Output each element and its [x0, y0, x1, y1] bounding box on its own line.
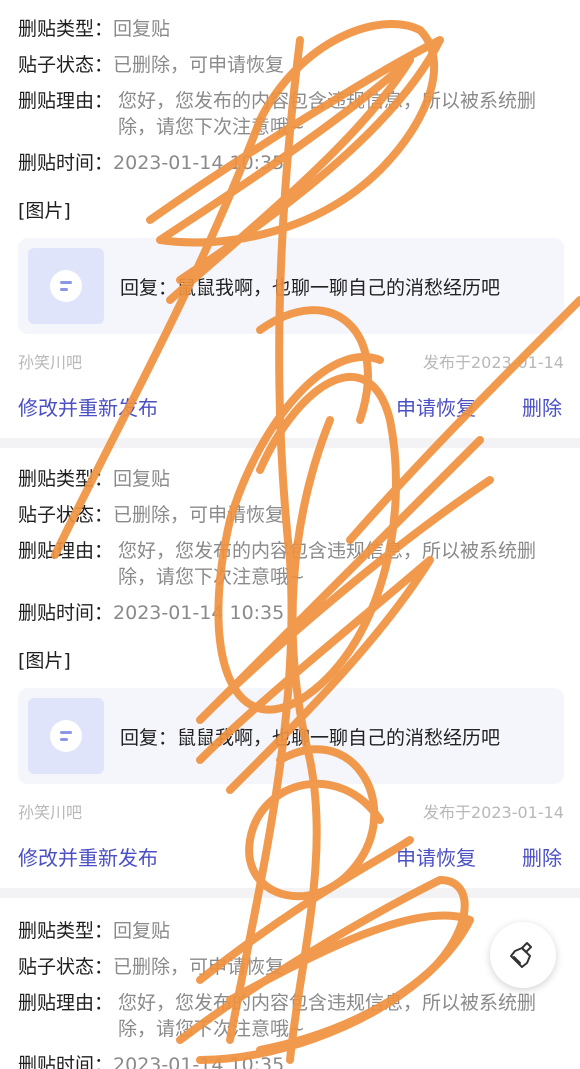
post-thumbnail [28, 248, 104, 324]
broom-icon [510, 942, 532, 968]
image-placeholder-text: [图片] [18, 200, 71, 222]
post-status-label: 贴子状态： [18, 504, 114, 526]
delete-type-row: 删贴类型：回复贴 [18, 466, 170, 492]
chat-bubble-icon [50, 270, 82, 302]
post-status-value: 已删除，可申请恢复 [113, 54, 285, 76]
cleanup-fab[interactable] [490, 922, 556, 988]
post-status-label: 贴子状态： [18, 956, 114, 978]
delete-type-label: 删贴类型： [18, 18, 114, 40]
delete-button[interactable]: 删除 [522, 392, 562, 421]
delete-reason-label: 删贴理由： [18, 90, 114, 112]
deleted-post-card: 删贴类型：回复贴 贴子状态：已删除，可申请恢复 删贴理由： 您好，您发布的内容包… [0, 448, 580, 888]
post-status-value: 已删除，可申请恢复 [113, 504, 285, 526]
quoted-post[interactable]: 回复：鼠鼠我啊，也聊一聊自己的消愁经历吧 [18, 238, 564, 334]
delete-type-label: 删贴类型： [18, 920, 114, 942]
delete-reason-value: 您好，您发布的内容包含违规信息，所以被系统删除，请您下次注意哦~ [118, 90, 537, 138]
post-thumbnail [28, 698, 104, 774]
delete-type-value: 回复贴 [113, 468, 171, 490]
card-divider [0, 438, 580, 448]
forum-name[interactable]: 孙笑川吧 [18, 799, 82, 823]
publish-date: 发布于2023-01-14 [423, 803, 564, 822]
edit-republish-button[interactable]: 修改并重新发布 [18, 392, 158, 421]
quoted-post-text: 回复：鼠鼠我啊，也聊一聊自己的消愁经历吧 [120, 727, 501, 749]
edit-republish-button[interactable]: 修改并重新发布 [18, 842, 158, 871]
delete-time-row: 删贴时间：2023-01-14 10:35 [18, 600, 284, 626]
card-divider [0, 888, 580, 898]
publish-date: 发布于2023-01-14 [423, 353, 564, 372]
forum-name[interactable]: 孙笑川吧 [18, 349, 82, 373]
delete-type-value: 回复贴 [113, 920, 171, 942]
post-status-row: 贴子状态：已删除，可申请恢复 [18, 954, 284, 980]
delete-time-label: 删贴时间： [18, 1054, 114, 1069]
post-status-label: 贴子状态： [18, 54, 114, 76]
post-status-row: 贴子状态：已删除，可申请恢复 [18, 502, 284, 528]
delete-reason-label: 删贴理由： [18, 992, 114, 1014]
apply-restore-button[interactable]: 申请恢复 [396, 392, 476, 421]
delete-time-label: 删贴时间： [18, 602, 114, 624]
quoted-post-text: 回复：鼠鼠我啊，也聊一聊自己的消愁经历吧 [120, 277, 501, 299]
apply-restore-button[interactable]: 申请恢复 [396, 842, 476, 871]
delete-reason-value: 您好，您发布的内容包含违规信息，所以被系统删除，请您下次注意哦~ [118, 540, 537, 588]
delete-time-value: 2023-01-14 10:35 [113, 1054, 285, 1069]
delete-time-row: 删贴时间：2023-01-14 10:35 [18, 1052, 284, 1069]
chat-bubble-icon [50, 720, 82, 752]
delete-type-value: 回复贴 [113, 18, 171, 40]
delete-time-label: 删贴时间： [18, 152, 114, 174]
quoted-post[interactable]: 回复：鼠鼠我啊，也聊一聊自己的消愁经历吧 [18, 688, 564, 784]
delete-reason-label: 删贴理由： [18, 540, 114, 562]
delete-type-label: 删贴类型： [18, 468, 114, 490]
deleted-post-card: 删贴类型：回复贴 贴子状态：已删除，可申请恢复 删贴理由： 您好，您发布的内容包… [0, 898, 580, 1069]
delete-type-row: 删贴类型：回复贴 [18, 918, 170, 944]
delete-time-row: 删贴时间：2023-01-14 10:35 [18, 150, 284, 176]
delete-type-row: 删贴类型：回复贴 [18, 16, 170, 42]
delete-time-value: 2023-01-14 10:35 [113, 152, 285, 174]
post-status-row: 贴子状态：已删除，可申请恢复 [18, 52, 284, 78]
image-placeholder-text: [图片] [18, 650, 71, 672]
post-status-value: 已删除，可申请恢复 [113, 956, 285, 978]
delete-reason-value: 您好，您发布的内容包含违规信息，所以被系统删除，请您下次注意哦~ [118, 992, 537, 1040]
delete-button[interactable]: 删除 [522, 842, 562, 871]
deleted-post-card: 删贴类型：回复贴 贴子状态：已删除，可申请恢复 删贴理由： 您好，您发布的内容包… [0, 0, 580, 438]
delete-time-value: 2023-01-14 10:35 [113, 602, 285, 624]
